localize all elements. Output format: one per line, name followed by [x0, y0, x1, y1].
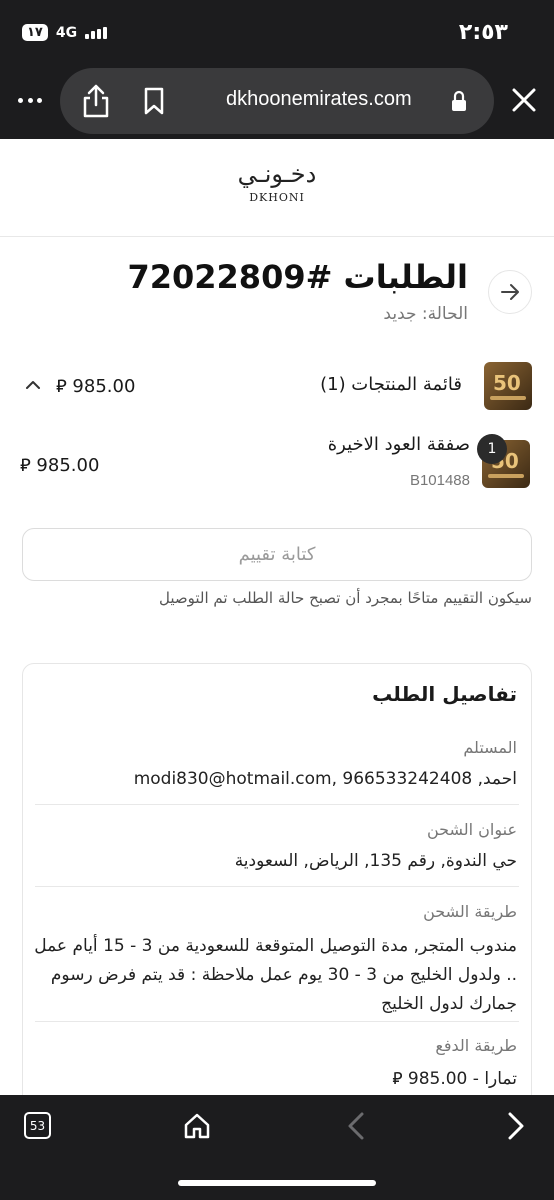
home-icon[interactable] — [182, 1111, 212, 1141]
close-icon[interactable] — [510, 86, 538, 114]
browser-top-chrome: ١٧ 4G ٢:٥٣ dkhoonemirates.com — [0, 0, 554, 139]
payment-value: تمارا - 985.00 ⃁ — [392, 1069, 517, 1089]
bookmark-icon[interactable] — [142, 86, 166, 116]
chevron-right-icon[interactable] — [502, 1111, 528, 1141]
battery-indicator: ١٧ — [22, 24, 48, 41]
chevron-up-icon[interactable] — [24, 376, 42, 394]
details-title: تفاصيل الطلب — [372, 682, 517, 706]
share-icon[interactable] — [80, 83, 112, 119]
product-sku: B101488 — [409, 472, 470, 489]
page-title: الطلبات #72022809 — [127, 258, 468, 296]
divider — [35, 1021, 519, 1022]
logo-latin-text: DKHONI — [249, 191, 305, 204]
status-bar: ١٧ 4G ٢:٥٣ — [0, 0, 554, 64]
recipient-label: المستلم — [463, 738, 517, 757]
tabs-button[interactable]: 53 — [24, 1112, 51, 1139]
products-total: 985.00 ⃁ — [56, 376, 136, 397]
divider — [35, 886, 519, 887]
arrow-right-icon — [501, 284, 519, 300]
shipping-label: طريقة الشحن — [423, 902, 517, 921]
signal-icon — [85, 26, 108, 39]
address-label: عنوان الشحن — [426, 820, 517, 839]
shipping-value: مندوب المتجر, مدة التوصيل المتوقعة للسعو… — [34, 936, 517, 1014]
recipient-value: احمد, modi830@hotmail.com, 966533242408 — [133, 769, 517, 789]
home-indicator — [178, 1180, 376, 1186]
address-bar[interactable]: dkhoonemirates.com — [60, 68, 494, 134]
site-logo[interactable]: دخـونـي DKHONI — [227, 157, 327, 221]
back-button[interactable] — [488, 270, 532, 314]
order-details-card: تفاصيل الطلب المستلم احمد, modi830@hotma… — [22, 663, 532, 1123]
products-list-label[interactable]: قائمة المنتجات (1) — [320, 374, 462, 395]
review-note: سيكون التقييم متاحًا بمجرد أن تصبح حالة … — [159, 589, 532, 607]
browser-bottom-toolbar: 53 — [0, 1095, 554, 1200]
write-review-button[interactable]: كتابة تقييم — [22, 528, 532, 581]
logo-arabic-text: دخـونـي — [237, 160, 317, 188]
site-header: دخـونـي DKHONI — [0, 139, 554, 237]
url-text: dkhoonemirates.com — [226, 88, 412, 110]
product-price: 985.00 ⃁ — [20, 455, 100, 476]
address-value: حي الندوة, رقم 135, الرياض, السعودية — [234, 851, 517, 871]
status-time: ٢:٥٣ — [458, 20, 508, 45]
more-dots-icon[interactable] — [18, 88, 42, 112]
product-name[interactable]: صفقة العود الاخيرة — [328, 434, 470, 455]
products-thumbnail: 50 — [484, 362, 532, 410]
chevron-left-icon[interactable] — [344, 1111, 370, 1141]
status-left: ١٧ 4G — [22, 24, 108, 41]
browser-url-row: dkhoonemirates.com — [0, 64, 554, 139]
payment-label: طريقة الدفع — [435, 1036, 517, 1055]
lock-icon — [452, 90, 466, 111]
divider — [35, 804, 519, 805]
order-status: الحالة: جديد — [383, 304, 468, 324]
quantity-badge: 1 — [477, 434, 507, 464]
network-type: 4G — [55, 24, 78, 41]
